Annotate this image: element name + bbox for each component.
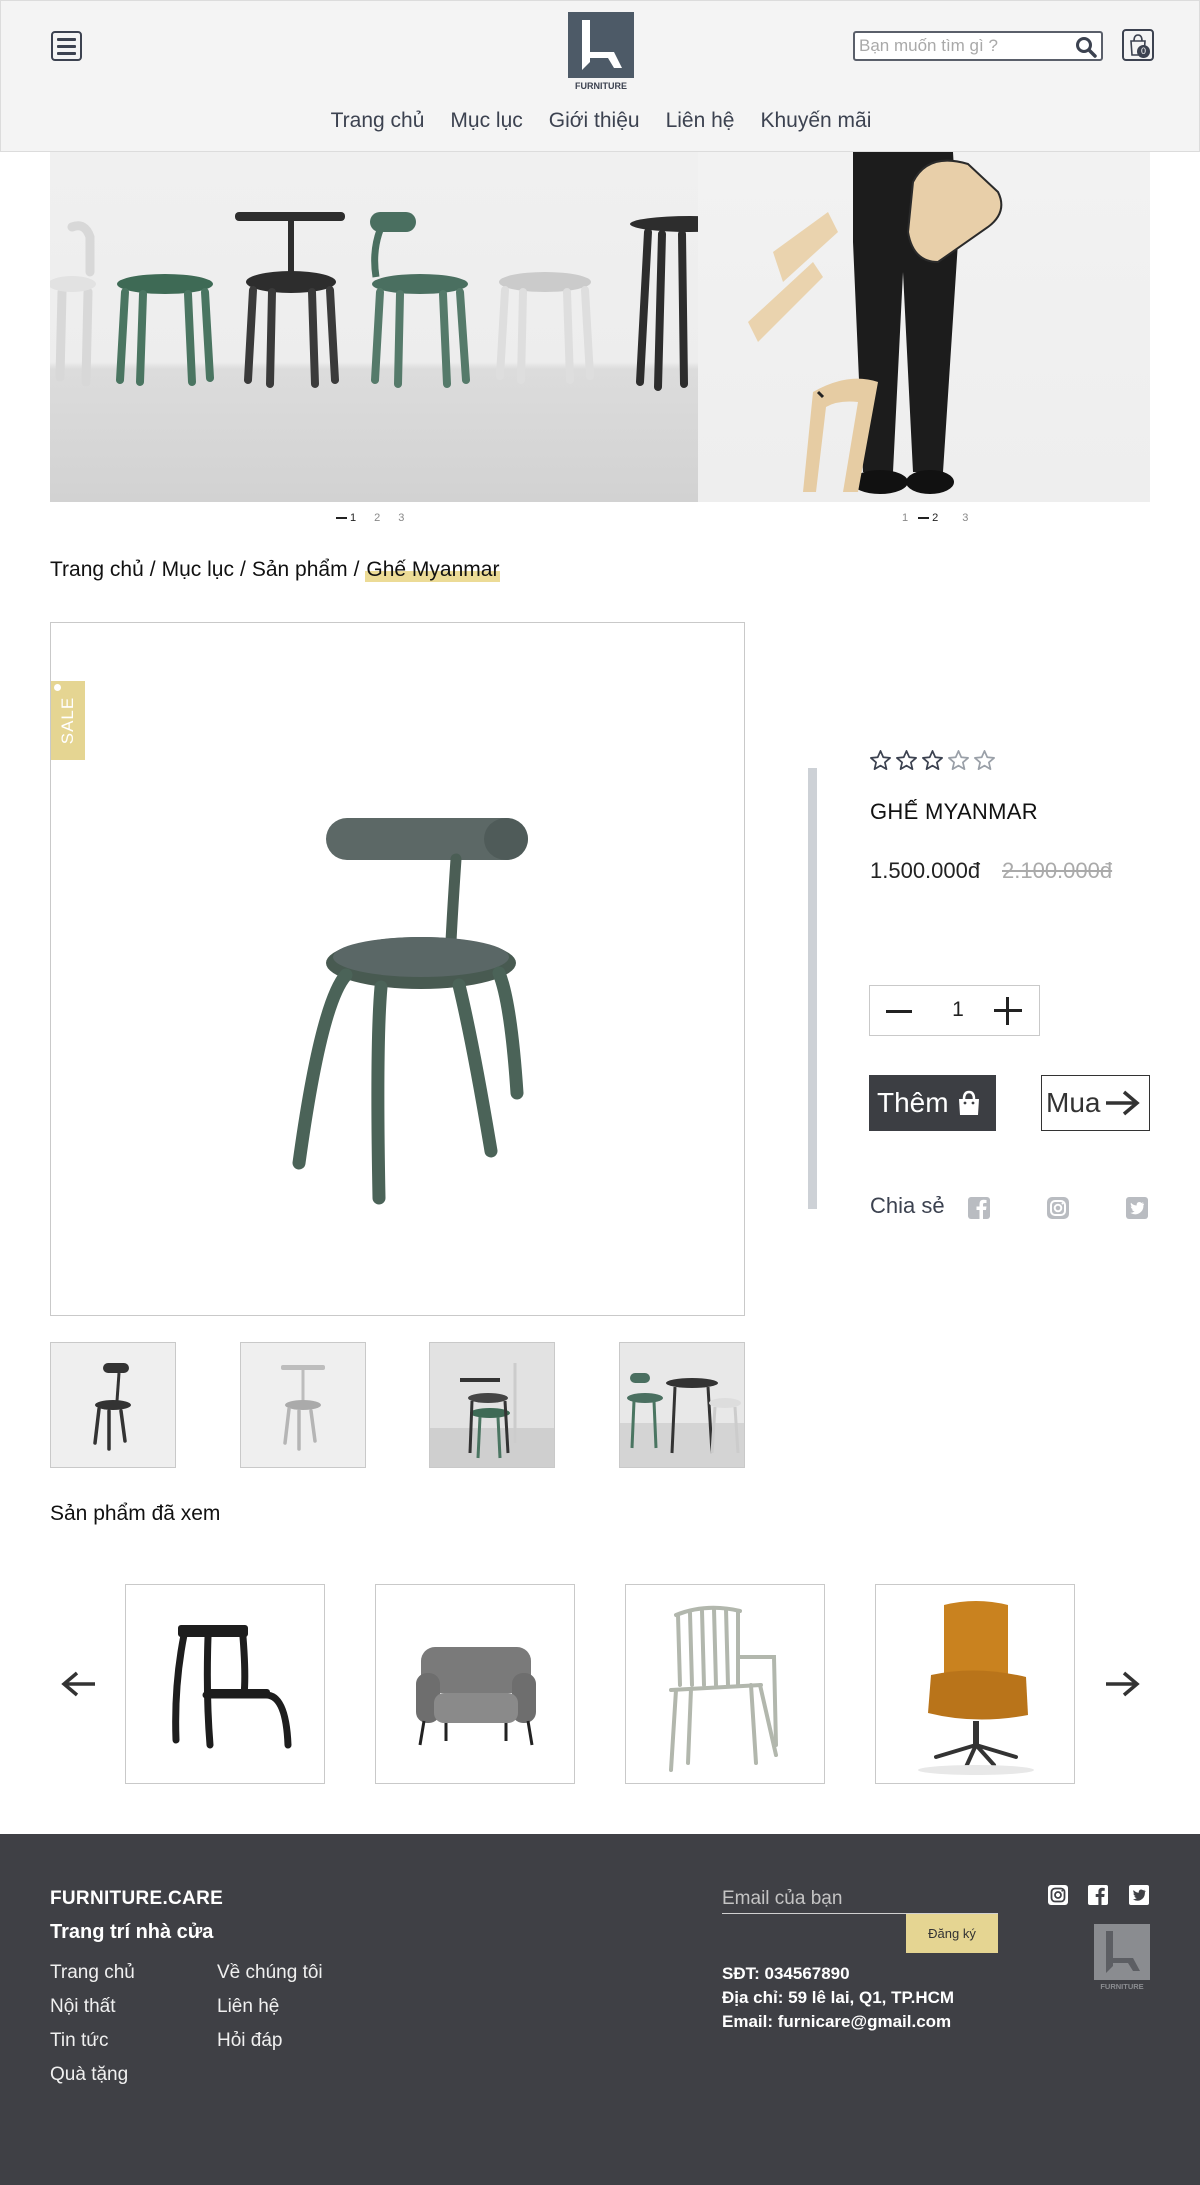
arrow-right-icon[interactable] bbox=[1104, 1670, 1140, 1698]
footer-brand: FURNITURE.CARE bbox=[50, 1888, 224, 1909]
pagination-dot[interactable]: 2 bbox=[374, 512, 380, 524]
vertical-divider bbox=[808, 768, 817, 1209]
viewed-product-card-2[interactable] bbox=[375, 1584, 575, 1784]
thumbnail-3[interactable] bbox=[429, 1342, 555, 1468]
product-name: GHẾ MYANMAR bbox=[870, 799, 1038, 824]
thumbnail-4[interactable] bbox=[619, 1342, 745, 1468]
logo-text: FURNITURE bbox=[575, 81, 627, 91]
nav-item-catalog[interactable]: Mục lục bbox=[450, 109, 522, 133]
nav-item-contact[interactable]: Liên hệ bbox=[666, 109, 735, 133]
banner-slide-chairs[interactable] bbox=[50, 152, 750, 502]
twitter-icon[interactable] bbox=[1128, 1884, 1150, 1906]
footer-slogan: Trang trí nhà cửa bbox=[50, 1921, 214, 1943]
breadcrumb: Trang chủ / Mục lục / Sản phẩm / Ghế Mya… bbox=[50, 558, 501, 582]
nav-item-about[interactable]: Giới thiệu bbox=[549, 109, 640, 133]
viewed-product-card-1[interactable] bbox=[125, 1584, 325, 1784]
quantity-stepper: 1 bbox=[869, 985, 1040, 1036]
facebook-icon[interactable] bbox=[1087, 1884, 1109, 1906]
pagination-dot-active[interactable]: 2 bbox=[918, 512, 938, 524]
pagination-dot[interactable]: 3 bbox=[962, 512, 968, 524]
nav-item-promotions[interactable]: Khuyến mãi bbox=[760, 109, 871, 133]
banner-slide-person[interactable] bbox=[698, 152, 1150, 502]
arrow-left-icon[interactable] bbox=[61, 1670, 97, 1698]
viewed-product-card-4[interactable] bbox=[875, 1584, 1075, 1784]
breadcrumb-separator: / bbox=[353, 558, 360, 581]
viewed-product-card-3[interactable] bbox=[625, 1584, 825, 1784]
footer-link-home[interactable]: Trang chủ bbox=[50, 1962, 135, 1984]
breadcrumb-item-catalog[interactable]: Mục lục bbox=[162, 558, 234, 582]
rating-stars bbox=[869, 749, 996, 772]
site-logo[interactable]: FURNITURE bbox=[568, 12, 634, 92]
breadcrumb-separator: / bbox=[149, 558, 156, 581]
search-input[interactable] bbox=[859, 35, 1069, 57]
product-main-image[interactable]: SALE bbox=[50, 622, 745, 1316]
breadcrumb-current: Ghế Myanmar bbox=[365, 558, 501, 582]
footer-link-contact[interactable]: Liên hệ bbox=[217, 1996, 279, 2018]
add-to-cart-label: Thêm bbox=[877, 1087, 949, 1118]
footer-address: Địa chỉ: 59 lê lai, Q1, TP.HCM bbox=[722, 1988, 955, 2007]
shopping-bag-icon bbox=[958, 1090, 979, 1115]
product-thumbnails bbox=[50, 1342, 745, 1468]
footer-logo[interactable]: FURNITURE bbox=[1094, 1924, 1150, 1991]
banner-slider bbox=[50, 152, 1150, 502]
star-filled-icon[interactable] bbox=[869, 749, 892, 772]
instagram-icon[interactable] bbox=[1046, 1196, 1070, 1220]
twitter-icon[interactable] bbox=[1125, 1196, 1149, 1220]
breadcrumb-item-products[interactable]: Sản phẩm bbox=[252, 558, 348, 582]
cart-button[interactable]: 0 bbox=[1122, 29, 1154, 61]
nav-item-home[interactable]: Trang chủ bbox=[331, 109, 425, 133]
share-label: Chia sẻ bbox=[870, 1193, 945, 1218]
star-filled-icon[interactable] bbox=[895, 749, 918, 772]
thumbnail-2[interactable] bbox=[240, 1342, 366, 1468]
quantity-value[interactable]: 1 bbox=[948, 998, 968, 1022]
pagination-dot-active[interactable]: 1 bbox=[336, 512, 356, 524]
footer-email[interactable]: Email: furnicare@gmail.com bbox=[722, 2012, 951, 2032]
site-footer: FURNITURE.CARE Trang trí nhà cửa Trang c… bbox=[0, 1834, 1200, 2185]
breadcrumb-item-home[interactable]: Trang chủ bbox=[50, 558, 144, 582]
facebook-icon[interactable] bbox=[967, 1196, 991, 1220]
viewed-products-title: Sản phẩm đã xem bbox=[50, 1502, 221, 1525]
cart-count-badge: 0 bbox=[1137, 45, 1150, 58]
pagination-dot[interactable]: 3 bbox=[398, 512, 404, 524]
banner-left-pagination: 1 2 3 bbox=[336, 512, 404, 524]
search-box bbox=[853, 31, 1103, 61]
buy-now-label: Mua bbox=[1046, 1087, 1101, 1118]
banner-right-pagination: 1 2 3 bbox=[902, 512, 968, 524]
subscribe-button[interactable]: Đăng ký bbox=[906, 1914, 998, 1953]
instagram-icon[interactable] bbox=[1047, 1884, 1069, 1906]
footer-link-furniture[interactable]: Nội thất bbox=[50, 1996, 115, 2018]
star-empty-icon[interactable] bbox=[947, 749, 970, 772]
minus-icon[interactable] bbox=[886, 999, 912, 1023]
product-old-price: 2.100.000đ bbox=[1002, 858, 1113, 883]
star-empty-icon[interactable] bbox=[973, 749, 996, 772]
hamburger-menu-icon[interactable] bbox=[51, 31, 82, 61]
pagination-dot[interactable]: 1 bbox=[902, 512, 908, 524]
breadcrumb-separator: / bbox=[239, 558, 246, 581]
star-filled-icon[interactable] bbox=[921, 749, 944, 772]
add-to-cart-button[interactable]: Thêm bbox=[869, 1075, 996, 1131]
site-header: FURNITURE 0 Trang chủ Mục lục Giới thiệu… bbox=[0, 0, 1200, 152]
main-nav: Trang chủ Mục lục Giới thiệu Liên hệ Khu… bbox=[1, 109, 1200, 133]
footer-link-faq[interactable]: Hỏi đáp bbox=[217, 2030, 283, 2052]
thumbnail-1[interactable] bbox=[50, 1342, 176, 1468]
footer-link-about[interactable]: Về chúng tôi bbox=[217, 1962, 323, 1984]
arrow-right-icon bbox=[1106, 1090, 1141, 1116]
footer-phone: SĐT: 034567890 bbox=[722, 1964, 850, 1983]
search-icon[interactable] bbox=[1075, 36, 1097, 58]
footer-link-gifts[interactable]: Quà tặng bbox=[50, 2064, 128, 2086]
product-price: 1.500.000đ bbox=[870, 858, 981, 883]
footer-logo-text: FURNITURE bbox=[1100, 1982, 1143, 1990]
footer-link-news[interactable]: Tin tức bbox=[50, 2030, 108, 2052]
plus-icon[interactable] bbox=[994, 997, 1022, 1025]
newsletter-email-input[interactable] bbox=[722, 1884, 998, 1914]
buy-now-button[interactable]: Mua bbox=[1041, 1075, 1150, 1131]
